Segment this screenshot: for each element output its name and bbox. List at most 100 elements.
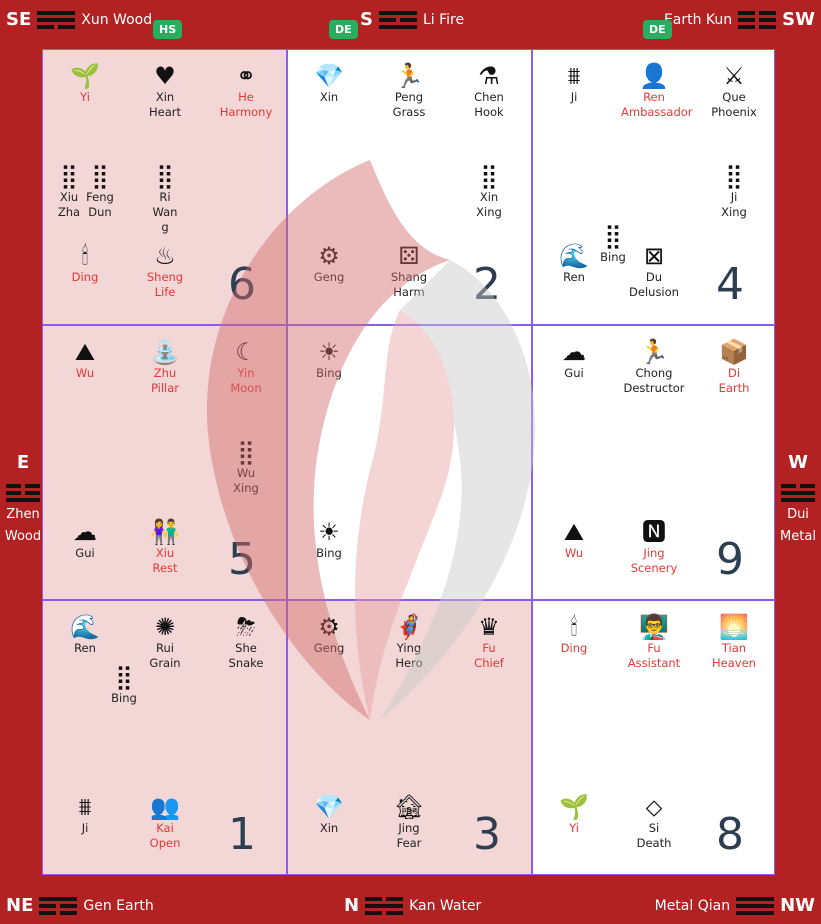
item-ji-xing: ⣿ Ji Xing bbox=[701, 162, 767, 220]
item-wu: ⛰ Wu bbox=[541, 518, 607, 561]
side-east-line2: Wood bbox=[4, 529, 42, 544]
item-ji: ⩩ Ji bbox=[541, 62, 607, 105]
qimen-grid: 🌱 Yi ♥ Xin Heart ⚭ He Harmony ⣿ Xiu Zha ⣿ Feng Du… bbox=[42, 49, 775, 875]
cauldron-icon: ♨ bbox=[154, 242, 176, 270]
palace-number: 3 bbox=[473, 809, 501, 860]
item-yin-moon: ☾ Yin Moon bbox=[213, 338, 279, 396]
item-xin: 💎 Xin bbox=[296, 62, 362, 105]
crown-icon: ♛ bbox=[478, 613, 500, 641]
palace-number: 1 bbox=[228, 809, 256, 860]
thief-icon: 🏃 bbox=[394, 62, 424, 90]
storm-icon: ⛈ bbox=[236, 613, 256, 641]
item-geng: ⚙ Geng bbox=[296, 242, 362, 285]
item-bing-bottom: ☀ Bing bbox=[296, 518, 362, 561]
corner-ne: NE Gen Earth bbox=[6, 895, 154, 916]
corner-nw-label: Metal Qian bbox=[654, 897, 731, 914]
item-ren-ambassador: 👤 Ren Ambassador bbox=[621, 62, 693, 119]
virus-icon: ✺ bbox=[154, 613, 176, 641]
palace-5: ⛰ Wu ⛲ Zhu Pillar ☾ Yin Moon ⣿ Wu Xing ☁ Gui 👫 Xi… bbox=[42, 325, 287, 600]
corner-ne-label: Gen Earth bbox=[83, 897, 154, 914]
de-badge-south: DE bbox=[329, 20, 358, 39]
box-icon: 📦 bbox=[719, 338, 749, 366]
grid-dots-icon: ⣿ bbox=[237, 438, 255, 466]
corner-s: S Li Fire bbox=[360, 9, 464, 30]
diamond-icon: 💎 bbox=[314, 62, 344, 90]
palace-1: 🌊 Ren ✺ Rui Grain ⛈ She Snake ⣿ Bing ⩩ Ji 👥 Kai O… bbox=[42, 600, 287, 875]
sun-icon: ☀ bbox=[318, 518, 340, 546]
grid-dots-icon: ⣿ bbox=[725, 162, 743, 190]
direction-w: W bbox=[788, 452, 808, 473]
heart-icon: ♥ bbox=[154, 62, 176, 90]
trigram-kun-icon bbox=[738, 10, 777, 29]
palace-number: 8 bbox=[716, 809, 744, 860]
item-chen-hook: ⚗ Chen Hook bbox=[456, 62, 522, 120]
item-xin: 💎 Xin bbox=[296, 793, 362, 836]
item-ren: 🌊 Ren bbox=[541, 242, 607, 285]
corner-n-label: Kan Water bbox=[409, 897, 482, 914]
direction-sw: SW bbox=[782, 9, 815, 30]
businessman-icon: 👤 bbox=[639, 62, 669, 90]
item-xin-xing: ⣿ Xin Xing bbox=[456, 162, 522, 220]
item-chong-destructor: 🏃 Chong Destructor bbox=[621, 338, 687, 396]
side-east: E Zhen Wood bbox=[4, 452, 42, 548]
corner-se-label: Xun Wood bbox=[81, 11, 153, 28]
item-bing: ⣿ Bing bbox=[91, 663, 157, 706]
dead-end-sign-icon: ⬦ bbox=[645, 793, 663, 821]
crossed-tools-icon: ⚔ bbox=[723, 62, 745, 90]
item-wu-xing: ⣿ Wu Xing bbox=[213, 438, 279, 496]
side-west-line1: Dui bbox=[787, 507, 809, 522]
mountains-icon: ⛰ bbox=[563, 518, 585, 546]
rain-cloud-icon: ☁ bbox=[73, 518, 97, 546]
item-jing-scenery: 🅽 Jing Scenery bbox=[621, 518, 687, 576]
trigram-li-icon bbox=[378, 10, 417, 29]
trigram-kan-icon bbox=[365, 896, 404, 915]
grid-dots-icon: ⣿ bbox=[91, 162, 109, 190]
haunted-house-icon: 🏚 bbox=[393, 793, 425, 821]
item-ri-wang: ⣿ Ri Wan g bbox=[132, 162, 198, 235]
item-tian-heaven: 🌅 Tian Heaven bbox=[701, 613, 767, 671]
item-she-snake: ⛈ She Snake bbox=[213, 613, 279, 671]
trigram-qian-icon bbox=[736, 896, 775, 915]
direction-e: E bbox=[16, 452, 30, 473]
item-ying-hero: 🦸 Ying Hero bbox=[376, 613, 442, 671]
grid-dots-icon: ⣿ bbox=[480, 162, 498, 190]
corner-n: N Kan Water bbox=[344, 895, 481, 916]
palace-3: ⚙ Geng 🦸 Ying Hero ♛ Fu Chief 💎 Xin 🏚 Jing Fear … bbox=[287, 600, 532, 875]
grid-dots-icon: ⣿ bbox=[115, 663, 133, 691]
candle-icon: 🕯 bbox=[81, 242, 89, 270]
palace-number: 2 bbox=[473, 259, 501, 310]
palace-8: 🕯 Ding 👨‍🏫 Fu Assistant 🌅 Tian Heaven 🌱 Yi ⬦ Si… bbox=[532, 600, 775, 875]
corner-se: SE Xun Wood bbox=[6, 9, 152, 30]
item-que-phoenix: ⚔ Que Phoenix bbox=[701, 62, 767, 120]
direction-n: N bbox=[344, 895, 360, 916]
trigram-gen-icon bbox=[39, 896, 78, 915]
waves-icon: 🌊 bbox=[70, 613, 100, 641]
palace-center: ☀ Bing ☀ Bing bbox=[287, 325, 532, 600]
direction-se: SE bbox=[6, 9, 32, 30]
side-west-line2: Metal bbox=[780, 529, 816, 544]
hs-badge: HS bbox=[153, 20, 183, 39]
sun-icon: ☀ bbox=[318, 338, 340, 366]
chainsaw-icon: ⚙ bbox=[318, 613, 340, 641]
palace-number: 5 bbox=[228, 534, 256, 585]
direction-nw: NW bbox=[780, 895, 815, 916]
item-fu-chief: ♛ Fu Chief bbox=[456, 613, 522, 671]
sunrise-icon: 🌅 bbox=[719, 613, 749, 641]
waves-icon: 🌊 bbox=[559, 242, 589, 270]
mortar-icon: ⚗ bbox=[478, 62, 500, 90]
item-yi: 🌱 Yi bbox=[541, 793, 607, 836]
item-gui: ☁ Gui bbox=[541, 338, 607, 381]
close-sign-icon: ⊠ bbox=[643, 242, 665, 270]
sprout-icon: 🌱 bbox=[70, 62, 100, 90]
corner-sw-label: Earth Kun bbox=[663, 11, 733, 28]
grid-dots-icon: ⣿ bbox=[156, 162, 174, 190]
palace-6: 🌱 Yi ♥ Xin Heart ⚭ He Harmony ⣿ Xiu Zha ⣿ Feng Du… bbox=[42, 49, 287, 325]
corner-s-label: Li Fire bbox=[422, 11, 465, 28]
item-di-earth: 📦 Di Earth bbox=[701, 338, 767, 396]
grass-icon: ⩩ bbox=[567, 62, 581, 90]
palace-number: 9 bbox=[716, 534, 744, 585]
item-ji: ⩩ Ji bbox=[52, 793, 118, 836]
n-square-icon: 🅽 bbox=[642, 518, 666, 546]
item-fu-assistant: 👨‍🏫 Fu Assistant bbox=[621, 613, 687, 671]
item-ren: 🌊 Ren bbox=[52, 613, 118, 656]
